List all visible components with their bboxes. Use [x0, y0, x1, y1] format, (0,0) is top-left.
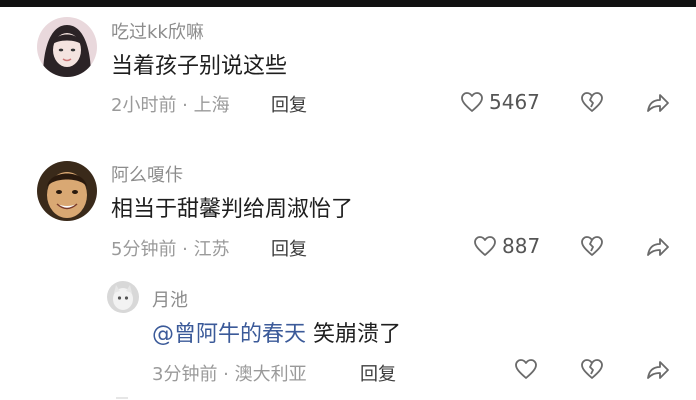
reply-button[interactable]: 回复: [271, 91, 307, 117]
share-button[interactable]: [646, 236, 670, 258]
comment-text: 当着孩子别说这些: [111, 54, 288, 79]
like-count: 887: [502, 234, 541, 258]
heart-outline-icon: [461, 92, 483, 112]
username[interactable]: 阿么嗄佧: [111, 161, 183, 187]
share-arrow-icon: [647, 361, 669, 379]
divider: [116, 397, 128, 399]
broken-heart-icon: [581, 92, 603, 112]
broken-heart-icon: [581, 359, 603, 379]
comment-meta: 2小时前 · 上海: [111, 95, 230, 116]
share-arrow-icon: [647, 94, 669, 112]
avatar[interactable]: [107, 281, 139, 313]
share-button[interactable]: [646, 359, 670, 381]
like-button[interactable]: 5467: [460, 90, 540, 114]
top-bar: [0, 0, 696, 7]
share-button[interactable]: [646, 92, 670, 114]
reply-text: @曾阿牛的春天 笑崩溃了: [152, 316, 401, 348]
dislike-button[interactable]: [580, 235, 604, 257]
username[interactable]: 月池: [152, 286, 188, 312]
dislike-button[interactable]: [580, 358, 604, 380]
comment-text: 相当于甜馨判给周淑怡了: [111, 197, 354, 222]
comment-meta: 5分钟前 · 江苏: [111, 239, 230, 260]
share-arrow-icon: [647, 238, 669, 256]
heart-outline-icon: [515, 359, 537, 379]
reply-button[interactable]: 回复: [271, 235, 307, 261]
like-count: 5467: [489, 90, 540, 114]
reply-meta: 3分钟前 · 澳大利亚: [152, 364, 307, 385]
dislike-button[interactable]: [580, 91, 604, 113]
mention-link[interactable]: @曾阿牛的春天: [152, 322, 306, 347]
avatar[interactable]: [37, 161, 97, 221]
username[interactable]: 吃过kk欣嘛: [111, 18, 204, 44]
heart-outline-icon: [474, 236, 496, 256]
like-button[interactable]: [514, 358, 538, 380]
broken-heart-icon: [581, 236, 603, 256]
avatar[interactable]: [37, 17, 97, 77]
reply-button[interactable]: 回复: [360, 360, 396, 386]
reply-body: 笑崩溃了: [306, 322, 402, 347]
like-button[interactable]: 887: [473, 234, 540, 258]
